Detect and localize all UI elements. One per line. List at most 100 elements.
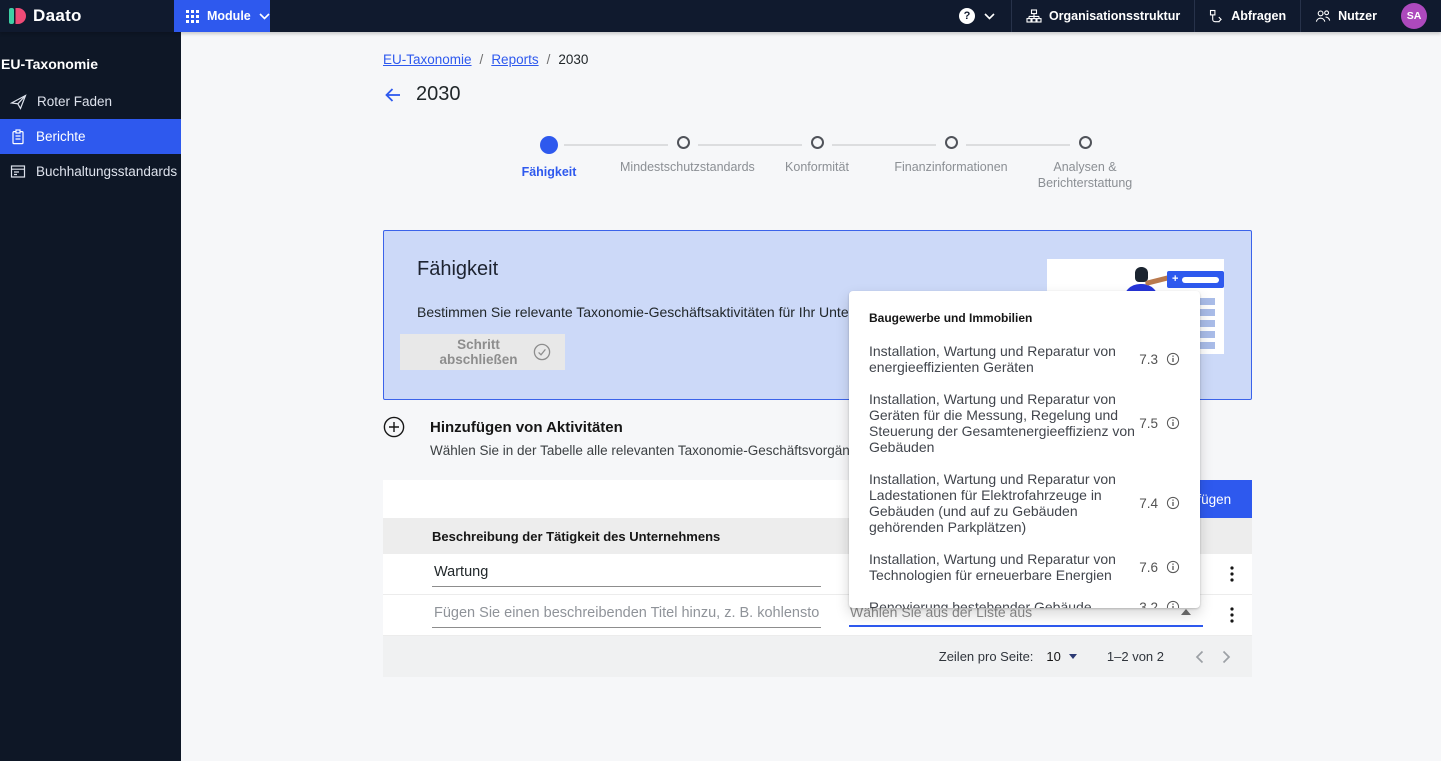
step-dot	[676, 136, 690, 149]
activity-dropdown: Baugewerbe und Immobilien Installation, …	[849, 291, 1200, 608]
description-input-row2[interactable]	[432, 602, 821, 628]
caret-up-icon	[1181, 608, 1191, 615]
rows-per-page-label: Zeilen pro Seite:	[938, 649, 1034, 664]
info-icon[interactable]	[1166, 416, 1180, 430]
sidebar: EU-Taxonomie Roter Faden Berichte Buchha…	[0, 32, 181, 761]
step-dot	[944, 136, 958, 149]
sidebar-item-berichte[interactable]: Berichte	[0, 119, 181, 154]
help-icon: ?	[958, 8, 975, 24]
nav-organisationsstruktur[interactable]: Organisationsstruktur	[1012, 0, 1194, 32]
grid-icon	[186, 9, 199, 23]
nav-abfragen-label: Abfragen	[1231, 9, 1287, 23]
dropdown-option[interactable]: Renovierung bestehender Gebäude 3.2	[869, 599, 1180, 608]
breadcrumb-separator: /	[479, 52, 484, 67]
dropdown-option[interactable]: Installation, Wartung und Reparatur von …	[869, 343, 1180, 375]
ledger-icon	[10, 164, 26, 179]
clipboard-icon	[10, 128, 26, 145]
brand: Daato	[0, 6, 174, 26]
option-code: 7.4	[1139, 495, 1158, 511]
back-arrow-icon[interactable]	[383, 86, 403, 104]
topbar: Daato Module ? Organisationsstruktur Abf…	[0, 0, 1441, 32]
dropdown-group-header: Baugewerbe und Immobilien	[869, 311, 1033, 325]
nav-organisationsstruktur-label: Organisationsstruktur	[1048, 9, 1181, 23]
ability-card-title: Fähigkeit	[417, 258, 499, 280]
dropdown-option[interactable]: Installation, Wartung und Reparatur von …	[869, 551, 1180, 583]
caret-down-icon	[1068, 654, 1077, 659]
query-flow-icon	[1209, 9, 1224, 24]
illustration-add-button: +	[1167, 271, 1224, 288]
dropdown-option[interactable]: Installation, Wartung und Reparatur von …	[869, 471, 1180, 535]
step-label: Konformität	[785, 160, 849, 174]
ability-card-description: Bestimmen Sie relevante Taxonomie-Geschä…	[417, 304, 904, 320]
row-menu-kebab-icon[interactable]	[1228, 564, 1236, 584]
activities-section-header: Hinzufügen von Aktivitäten Wählen Sie in…	[383, 416, 1034, 458]
user-avatar[interactable]: SA	[1401, 3, 1427, 29]
step-label: Finanzinformationen	[894, 160, 1008, 174]
dropdown-option[interactable]: Installation, Wartung und Reparatur von …	[869, 391, 1180, 455]
option-code: 3.2	[1139, 599, 1158, 609]
complete-step-label: Schritt abschließen	[439, 337, 518, 367]
info-icon[interactable]	[1166, 560, 1180, 574]
sidebar-item-label: Buchhaltungsstandards	[36, 164, 178, 179]
info-icon[interactable]	[1166, 600, 1180, 608]
step-analysen-berichterstattung[interactable]: Analysen & Berichterstattung	[966, 136, 1152, 191]
users-icon	[1315, 9, 1331, 23]
info-icon[interactable]	[1166, 352, 1180, 366]
info-icon[interactable]	[1166, 496, 1180, 510]
option-label: Installation, Wartung und Reparatur von …	[869, 471, 1116, 535]
option-label: Installation, Wartung und Reparatur von …	[869, 343, 1116, 375]
row-menu-kebab-icon[interactable]	[1228, 605, 1236, 625]
option-label: Installation, Wartung und Reparatur von …	[869, 551, 1116, 583]
breadcrumb-link-reports[interactable]: Reports	[491, 52, 538, 67]
sidebar-item-roter-faden[interactable]: Roter Faden	[0, 84, 181, 119]
module-button[interactable]: Module	[174, 0, 270, 32]
breadcrumb-separator: /	[546, 52, 551, 67]
breadcrumb-current: 2030	[558, 52, 589, 67]
option-code: 7.5	[1139, 415, 1158, 431]
step-label: Mindestschutzstandards	[620, 160, 755, 174]
check-circle-icon	[533, 343, 551, 361]
module-button-label: Module	[207, 9, 251, 23]
step-dot-active	[540, 136, 558, 154]
page-title-row: 2030	[383, 83, 461, 106]
app-root: Daato Module ? Organisationsstruktur Abf…	[0, 0, 1441, 761]
nav-nutzer-label: Nutzer	[1338, 9, 1377, 23]
daato-logo-icon	[8, 6, 26, 26]
org-chart-icon	[1026, 8, 1042, 24]
page-title: 2030	[416, 83, 461, 105]
activities-title: Hinzufügen von Aktivitäten	[430, 419, 623, 436]
sidebar-item-label: Roter Faden	[37, 94, 113, 109]
help-menu[interactable]: ?	[943, 0, 1011, 32]
rows-per-page-select[interactable]: 10	[1046, 649, 1077, 664]
option-code: 7.3	[1139, 351, 1158, 367]
topbar-right: ? Organisationsstruktur Abfragen Nutzer …	[943, 0, 1441, 32]
sidebar-item-buchhaltungsstandards[interactable]: Buchhaltungsstandards	[0, 154, 181, 189]
sidebar-nav: Roter Faden Berichte Buchhaltungsstandar…	[0, 84, 181, 189]
step-label: Analysen & Berichterstattung	[1037, 160, 1133, 190]
pagination-range: 1–2 von 2	[1106, 649, 1164, 664]
complete-step-button[interactable]: Schritt abschließen	[400, 334, 565, 370]
column-header-description: Beschreibung der Tätigkeit des Unternehm…	[432, 528, 721, 544]
stepper: Fähigkeit Mindestschutzstandards Konform…	[482, 136, 1152, 191]
brand-name: Daato	[33, 6, 82, 25]
plus-circle-icon	[383, 416, 405, 438]
nav-abfragen[interactable]: Abfragen	[1195, 0, 1300, 32]
step-dot	[810, 136, 824, 149]
sidebar-title: EU-Taxonomie	[1, 56, 98, 72]
breadcrumb: EU-Taxonomie / Reports / 2030	[383, 52, 588, 67]
rows-per-page-value: 10	[1046, 649, 1061, 664]
table-pagination: Zeilen pro Seite: 10 1–2 von 2	[383, 636, 1252, 677]
breadcrumb-link-eu-taxonomie[interactable]: EU-Taxonomie	[383, 52, 472, 67]
option-label: Installation, Wartung und Reparatur von …	[869, 391, 1135, 455]
chevron-down-icon	[259, 12, 270, 20]
option-label: Renovierung bestehender Gebäude	[869, 599, 1092, 608]
description-input-row1[interactable]	[432, 561, 821, 587]
pagination-next-icon[interactable]	[1213, 646, 1240, 668]
nav-nutzer[interactable]: Nutzer	[1301, 0, 1391, 32]
option-code: 7.6	[1139, 559, 1158, 575]
pagination-prev-icon[interactable]	[1186, 646, 1213, 668]
step-label: Fähigkeit	[521, 165, 577, 179]
step-dot	[1078, 136, 1092, 149]
paper-plane-icon	[10, 93, 27, 110]
sidebar-item-label: Berichte	[36, 129, 86, 144]
